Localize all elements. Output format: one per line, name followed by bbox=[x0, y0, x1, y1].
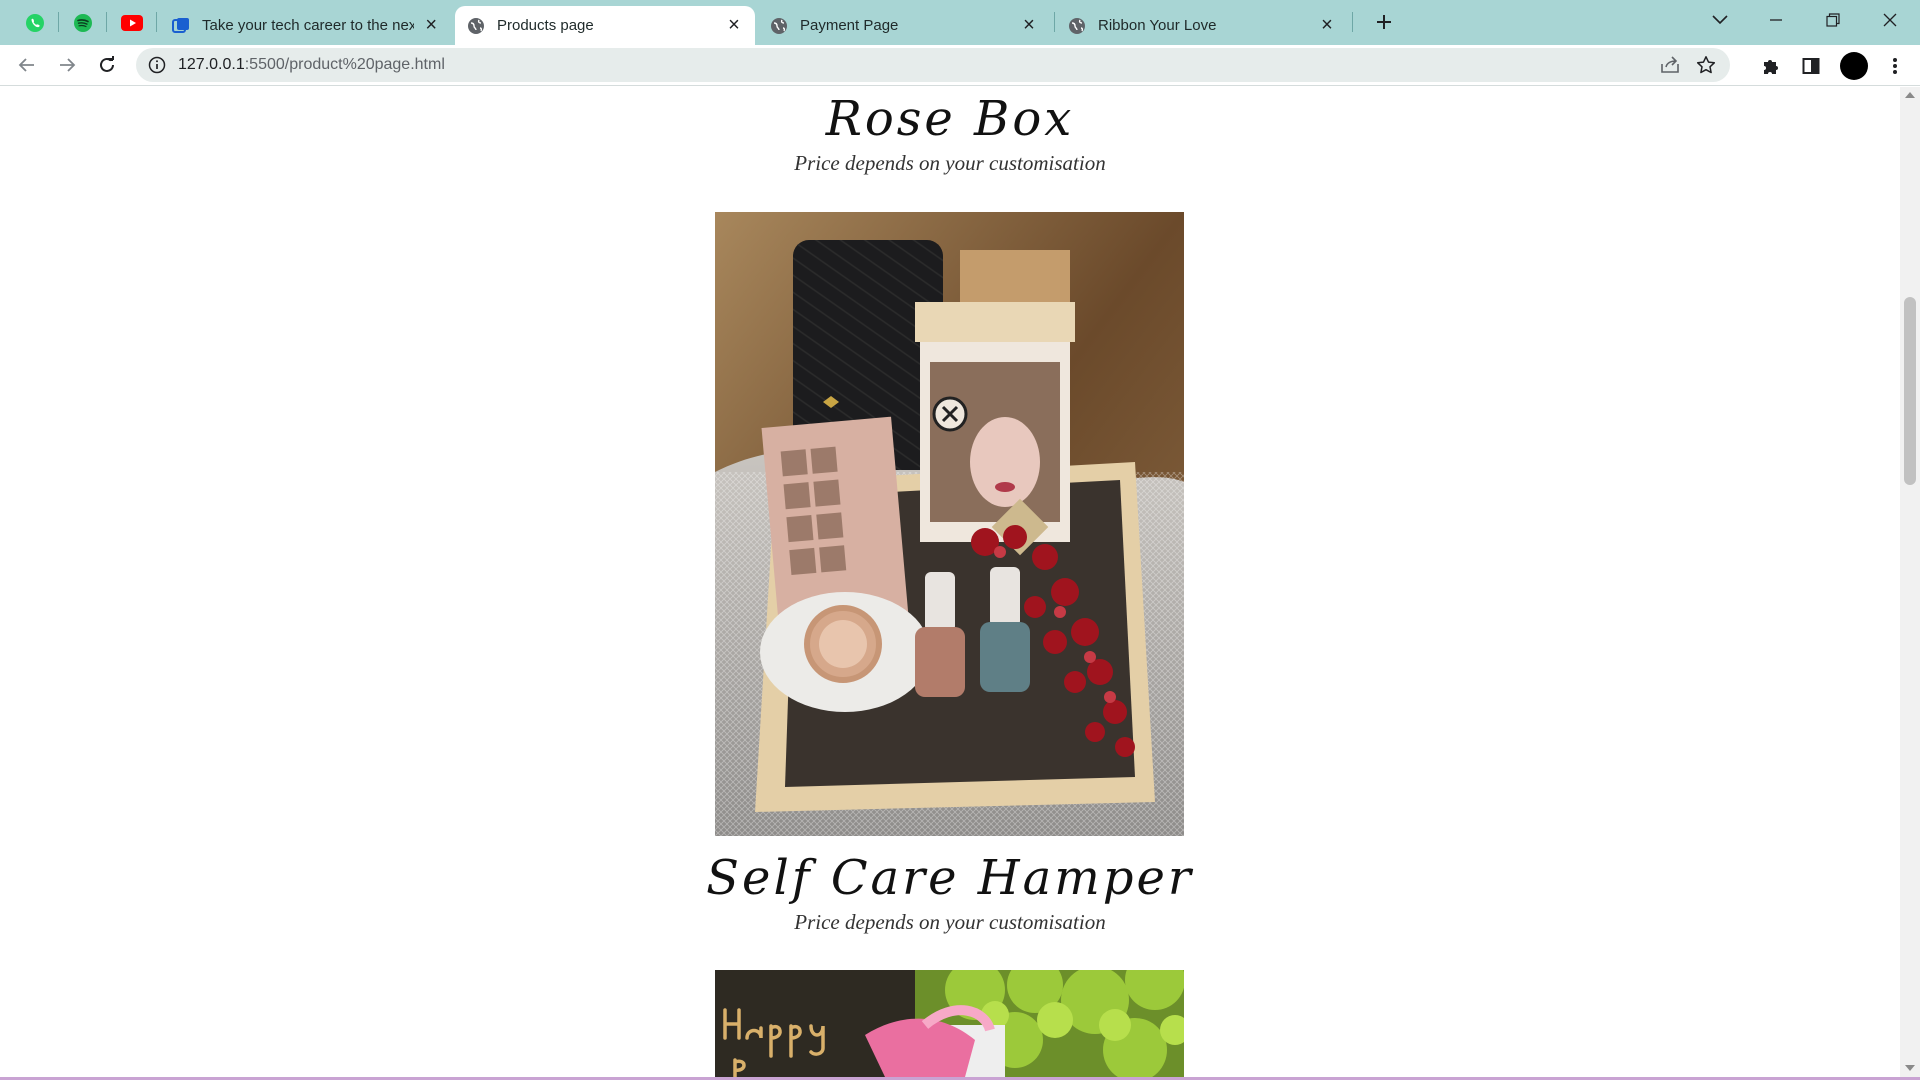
browser-toolbar: 127.0.0.1:5500/product%20page.html bbox=[0, 45, 1920, 86]
tab-title: Ribbon Your Love bbox=[1098, 17, 1217, 34]
avatar-icon bbox=[1840, 52, 1868, 80]
close-window-button[interactable] bbox=[1862, 0, 1918, 40]
product-image-self-care-hamper[interactable] bbox=[715, 970, 1184, 1077]
back-button[interactable] bbox=[12, 50, 42, 80]
tab-search-button[interactable] bbox=[1692, 0, 1748, 40]
tab-ribbon-your-love[interactable]: Ribbon Your Love × bbox=[1056, 6, 1348, 45]
tab-title: Payment Page bbox=[800, 17, 899, 34]
restore-button[interactable] bbox=[1805, 0, 1861, 40]
page-scrollbar[interactable] bbox=[1900, 87, 1920, 1077]
browser-menu-button[interactable] bbox=[1884, 55, 1906, 77]
tab-title: Products page bbox=[497, 17, 594, 34]
new-tab-button[interactable] bbox=[1368, 8, 1400, 36]
tab-strip: Take your tech career to the next × Prod… bbox=[0, 0, 1920, 45]
forward-button[interactable] bbox=[52, 50, 82, 80]
bookmark-star-icon[interactable] bbox=[1696, 55, 1716, 75]
product-rose-box: Rose Box Price depends on your customisa… bbox=[0, 91, 1900, 176]
globe-icon bbox=[1069, 17, 1085, 34]
pinned-tab-whatsapp[interactable] bbox=[13, 6, 57, 39]
pinned-tab-spotify[interactable] bbox=[61, 6, 105, 39]
tab-separator bbox=[156, 12, 157, 32]
tab-separator bbox=[106, 12, 107, 32]
profile-avatar[interactable] bbox=[1840, 52, 1868, 80]
product-self-care-hamper: Self Care Hamper Price depends on your c… bbox=[0, 850, 1900, 935]
tab-payment-page[interactable]: Payment Page × bbox=[758, 6, 1050, 45]
minimize-icon bbox=[1770, 19, 1782, 21]
side-panel-icon bbox=[1802, 58, 1820, 74]
url-text[interactable]: 127.0.0.1:5500/product%20page.html bbox=[178, 56, 445, 74]
arrow-left-icon bbox=[18, 58, 34, 72]
product-price-note: Price depends on your customisation bbox=[794, 151, 1106, 175]
hamper-photo bbox=[715, 212, 1184, 836]
pinned-tab-youtube[interactable] bbox=[110, 6, 154, 39]
product-price-note: Price depends on your customisation bbox=[794, 910, 1106, 934]
product-image-rose-box[interactable] bbox=[715, 212, 1184, 836]
close-icon[interactable]: × bbox=[1020, 14, 1038, 36]
url-path: :5500/product%20page.html bbox=[244, 56, 445, 73]
close-icon[interactable]: × bbox=[422, 14, 440, 36]
close-icon bbox=[1883, 13, 1897, 27]
info-icon[interactable] bbox=[148, 56, 166, 74]
globe-icon bbox=[468, 17, 484, 34]
share-icon[interactable] bbox=[1660, 56, 1680, 74]
whatsapp-icon bbox=[26, 13, 44, 32]
reload-button[interactable] bbox=[92, 50, 122, 80]
spotify-icon bbox=[74, 13, 92, 32]
plus-icon bbox=[1377, 15, 1391, 29]
restore-icon bbox=[1826, 13, 1840, 27]
hamper-photo bbox=[715, 970, 1184, 1077]
extensions-button[interactable] bbox=[1760, 55, 1782, 77]
tab-tech-career[interactable]: Take your tech career to the next × bbox=[160, 6, 452, 45]
address-bar[interactable]: 127.0.0.1:5500/product%20page.html bbox=[136, 48, 1730, 82]
minimize-button[interactable] bbox=[1748, 0, 1804, 40]
scroll-down-arrow[interactable] bbox=[1905, 1065, 1915, 1071]
youtube-icon bbox=[121, 14, 143, 31]
product-title: Self Care Hamper bbox=[706, 850, 1194, 906]
tab-separator bbox=[1352, 12, 1353, 32]
arrow-right-icon bbox=[60, 58, 76, 72]
puzzle-icon bbox=[1764, 60, 1778, 74]
close-icon[interactable]: × bbox=[1318, 14, 1336, 36]
scroll-up-arrow[interactable] bbox=[1905, 92, 1915, 98]
chevron-down-icon bbox=[1712, 15, 1728, 25]
side-panel-button[interactable] bbox=[1800, 55, 1822, 77]
scrollbar-thumb[interactable] bbox=[1904, 297, 1916, 485]
tab-separator bbox=[58, 12, 59, 32]
close-icon[interactable]: × bbox=[725, 14, 743, 36]
reload-icon bbox=[100, 56, 114, 72]
globe-icon bbox=[771, 17, 787, 34]
page-content: Rose Box Price depends on your customisa… bbox=[0, 87, 1900, 1077]
tab-title: Take your tech career to the next bbox=[202, 17, 415, 34]
tab-products-page[interactable]: Products page × bbox=[455, 6, 755, 45]
tab-separator bbox=[1054, 12, 1055, 32]
product-title: Rose Box bbox=[825, 91, 1075, 147]
course-icon bbox=[172, 17, 189, 33]
url-host: 127.0.0.1 bbox=[178, 56, 245, 73]
more-vert-icon bbox=[1893, 58, 1897, 74]
